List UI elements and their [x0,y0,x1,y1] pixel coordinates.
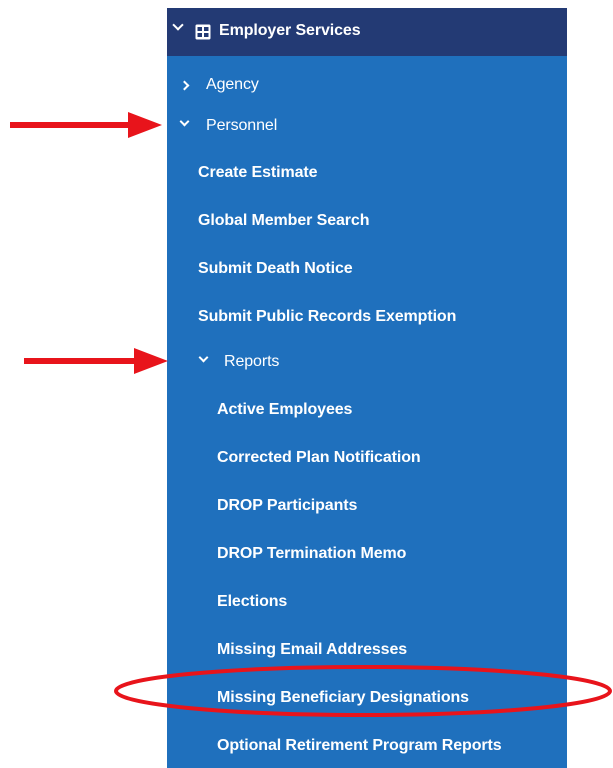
nav-item-label: Global Member Search [198,212,370,229]
chevron-right-icon [179,80,190,91]
nav-item-label: Missing Email Addresses [217,641,408,658]
screenshot-canvas: Employer Services Agency Personnel Creat… [0,0,613,768]
nav-item-label: Agency [206,76,259,93]
nav-item-label: DROP Participants [217,497,358,514]
nav-item-missing-email-addresses[interactable]: Missing Email Addresses [167,629,567,673]
nav-section-employer-services[interactable]: Employer Services [167,8,567,56]
nav-section-label: Employer Services [219,22,361,39]
nav-item-label: Personnel [206,117,278,134]
nav-item-label: Submit Death Notice [198,260,353,277]
nav-item-drop-participants[interactable]: DROP Participants [167,485,567,529]
nav-item-reports[interactable]: Reports [167,341,567,385]
nav-item-label: DROP Termination Memo [217,545,407,562]
chevron-down-icon [179,116,190,127]
chevron-down-icon [198,352,209,363]
nav-item-label: Active Employees [217,401,353,418]
nav-item-label: Create Estimate [198,164,318,181]
nav-item-active-employees[interactable]: Active Employees [167,389,567,433]
chevron-down-icon [172,19,184,31]
nav-item-create-estimate[interactable]: Create Estimate [167,152,567,196]
nav-item-global-member-search[interactable]: Global Member Search [167,200,567,244]
nav-item-submit-death-notice[interactable]: Submit Death Notice [167,248,567,292]
grid-icon [195,24,211,40]
nav-item-drop-termination-memo[interactable]: DROP Termination Memo [167,533,567,577]
nav-item-optional-retirement-program-reports[interactable]: Optional Retirement Program Reports [167,725,567,768]
nav-item-label: Submit Public Records Exemption [198,308,457,325]
nav-item-corrected-plan-notification[interactable]: Corrected Plan Notification [167,437,567,481]
nav-item-label: Elections [217,593,288,610]
nav-item-label: Corrected Plan Notification [217,449,421,466]
annotation-arrow-personnel [10,112,162,138]
nav-item-personnel[interactable]: Personnel [167,105,567,149]
annotation-arrow-reports [24,348,168,374]
nav-item-submit-public-records-exemption[interactable]: Submit Public Records Exemption [167,296,567,340]
nav-item-agency[interactable]: Agency [167,64,567,108]
nav-item-elections[interactable]: Elections [167,581,567,625]
nav-item-label: Reports [224,353,280,370]
nav-item-missing-beneficiary-designations[interactable]: Missing Beneficiary Designations [167,677,567,721]
nav-item-label: Missing Beneficiary Designations [217,689,469,706]
nav-item-label: Optional Retirement Program Reports [217,737,502,754]
side-nav-panel: Employer Services Agency Personnel Creat… [167,8,567,768]
